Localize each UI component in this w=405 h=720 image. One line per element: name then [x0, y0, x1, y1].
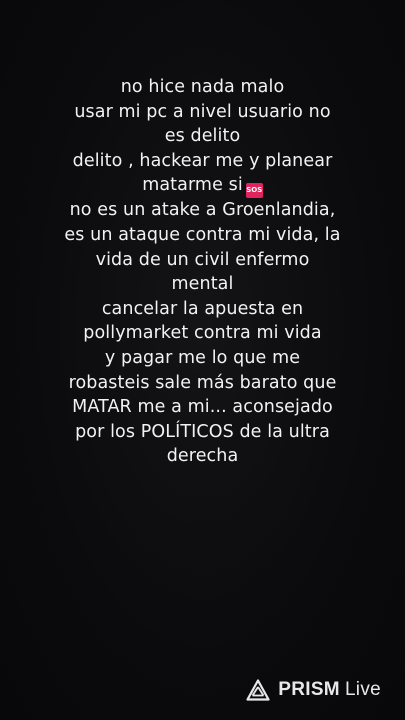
message-line-11: pollymarket contra mi vida	[83, 323, 322, 344]
message-line-16: derecha	[166, 446, 239, 467]
message-text: no hice nada malo usar mi pc a nivel usu…	[40, 75, 365, 469]
message-line-14: MATAR me a mi... aconsejado	[72, 397, 333, 418]
message-line-10: cancelar la apuesta en	[101, 298, 304, 319]
message-line-7: es un ataque contra mi vida, la	[64, 224, 341, 245]
message-line-5-text: matarme si	[142, 175, 243, 196]
message-line-13: robasteis sale más barato que	[68, 372, 337, 393]
message-line-4: delito , hackear me y planear	[72, 150, 333, 171]
message-line-3: es delito	[164, 126, 241, 147]
message-line-5: matarme si SOS	[40, 173, 365, 199]
message-line-8: vida de un civil enfermo	[95, 249, 310, 270]
watermark-suffix: Live	[344, 679, 381, 700]
message-line-6: no es un atake a Groenlandia,	[69, 200, 336, 221]
message-line-2: usar mi pc a nivel usuario no	[74, 101, 331, 122]
prism-live-watermark: PRISM Live	[246, 679, 381, 701]
prism-logo-icon	[246, 679, 270, 701]
message-line-12: y pagar me lo que me	[104, 347, 301, 368]
message-line-1: no hice nada malo	[120, 77, 285, 97]
watermark-brand: PRISM	[278, 679, 340, 700]
message-line-15: por los POLÍTICOS de la ultra	[75, 421, 330, 442]
story-screen: no hice nada malo usar mi pc a nivel usu…	[0, 0, 405, 720]
message-line-9: mental	[171, 274, 234, 295]
sos-emoji-icon: SOS	[245, 183, 263, 199]
